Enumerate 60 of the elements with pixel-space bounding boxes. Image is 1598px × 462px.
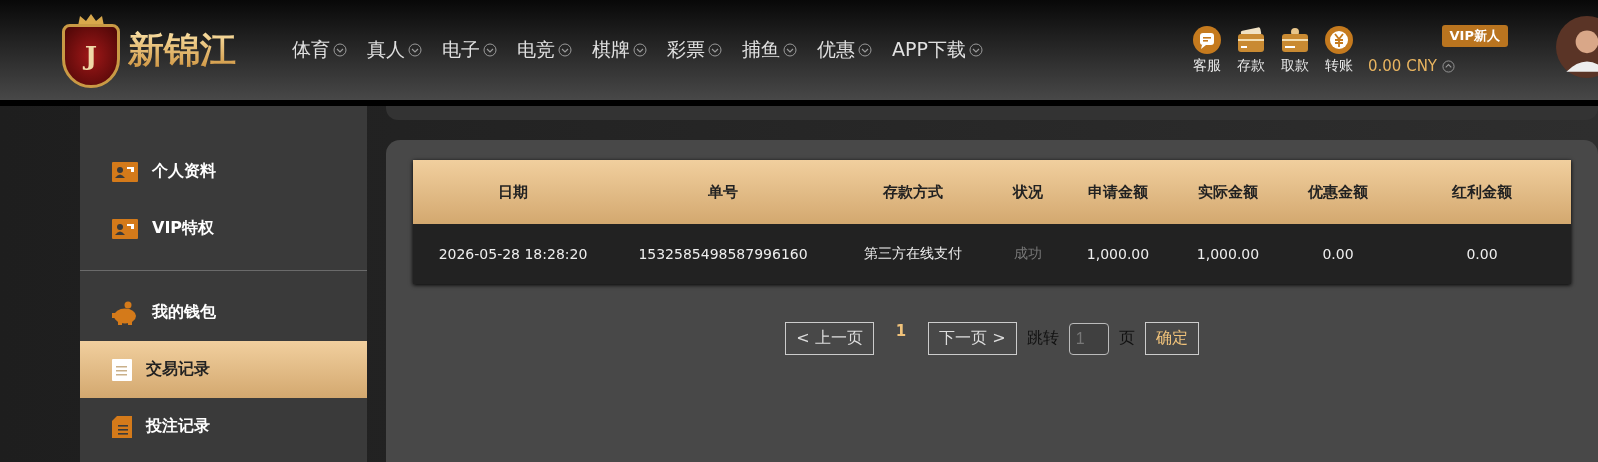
table-cell-text: 成功	[1013, 245, 1043, 263]
nav-link[interactable]: 棋牌	[592, 37, 647, 63]
table-cell-text: 1,000.00	[1085, 246, 1151, 262]
dropdown-icon	[333, 43, 347, 57]
previous-page-button[interactable]: < 上一页	[785, 322, 874, 355]
column-header: 实际金额	[1197, 182, 1259, 202]
piggy-bank-icon	[112, 300, 138, 325]
table-cell-text: 2026-05-28 18:28:20	[437, 246, 589, 262]
balance-text: 0.00 CNY	[1368, 57, 1438, 75]
header-action-link[interactable]: 客服	[1192, 25, 1222, 75]
nav-link[interactable]: 电子	[442, 37, 497, 63]
chat-icon	[1192, 25, 1222, 55]
nav-link[interactable]: 体育	[292, 37, 347, 63]
sidebar-item[interactable]: 交易记录	[80, 341, 367, 398]
dropdown-icon	[633, 43, 647, 57]
header-action-link[interactable]: 存款	[1236, 25, 1266, 75]
dropdown-icon	[558, 43, 572, 57]
document-icon	[112, 415, 132, 438]
nav-link[interactable]: 优惠	[817, 37, 872, 63]
dropdown-icon	[708, 43, 722, 57]
dropdown-icon	[483, 43, 497, 57]
nav-link[interactable]: 彩票	[667, 37, 722, 63]
id-card-icon	[112, 218, 138, 239]
column-header: 存款方式	[882, 182, 944, 202]
confirm-button[interactable]: 确定	[1144, 322, 1199, 355]
table-cell-text: 第三方在线支付	[863, 245, 963, 263]
table-cell-text: 1,000.00	[1195, 246, 1261, 262]
nav-link[interactable]: 捕鱼	[742, 37, 797, 63]
yen-coin-icon	[1324, 25, 1354, 55]
table-cell-text: 1532585498587996160	[637, 246, 809, 262]
card-icon	[1280, 25, 1310, 55]
dropdown-icon	[783, 43, 797, 57]
logo-letter: J	[84, 40, 98, 71]
column-header: 日期	[497, 182, 529, 202]
document-icon	[112, 358, 132, 381]
table-cell-text: 0.00	[1321, 246, 1355, 262]
column-header: 红利金额	[1451, 182, 1513, 202]
vip-badge: VIP新人	[1441, 25, 1508, 47]
wallet-icon	[1236, 25, 1266, 55]
header-action-link[interactable]: 转账	[1324, 25, 1354, 75]
dropdown-icon	[408, 43, 422, 57]
column-header: 申请金额	[1087, 182, 1149, 202]
table-cell-text: 0.00	[1465, 246, 1499, 262]
collapse-icon[interactable]	[1442, 59, 1456, 73]
nav-link[interactable]: 真人	[367, 37, 422, 63]
nav-link[interactable]: 电竞	[517, 37, 572, 63]
column-header: 单号	[707, 182, 739, 202]
sidebar-item[interactable]: VIP特权	[80, 200, 367, 257]
column-header: 状况	[1011, 182, 1044, 202]
header-action-link[interactable]: 取款	[1280, 25, 1310, 75]
sidebar-item[interactable]: 个人资料	[80, 143, 367, 200]
dropdown-icon	[858, 43, 872, 57]
dropdown-icon	[968, 43, 983, 57]
column-header: 优惠金额	[1306, 182, 1369, 202]
next-page-button[interactable]: 下一页 >	[928, 322, 1017, 355]
page-number[interactable]: 1	[895, 322, 907, 340]
id-card-icon	[112, 161, 138, 182]
sidebar-item[interactable]: 我的钱包	[80, 284, 367, 341]
sidebar-item[interactable]: 投注记录	[80, 398, 367, 455]
nav-link[interactable]: APP下载	[892, 37, 983, 63]
